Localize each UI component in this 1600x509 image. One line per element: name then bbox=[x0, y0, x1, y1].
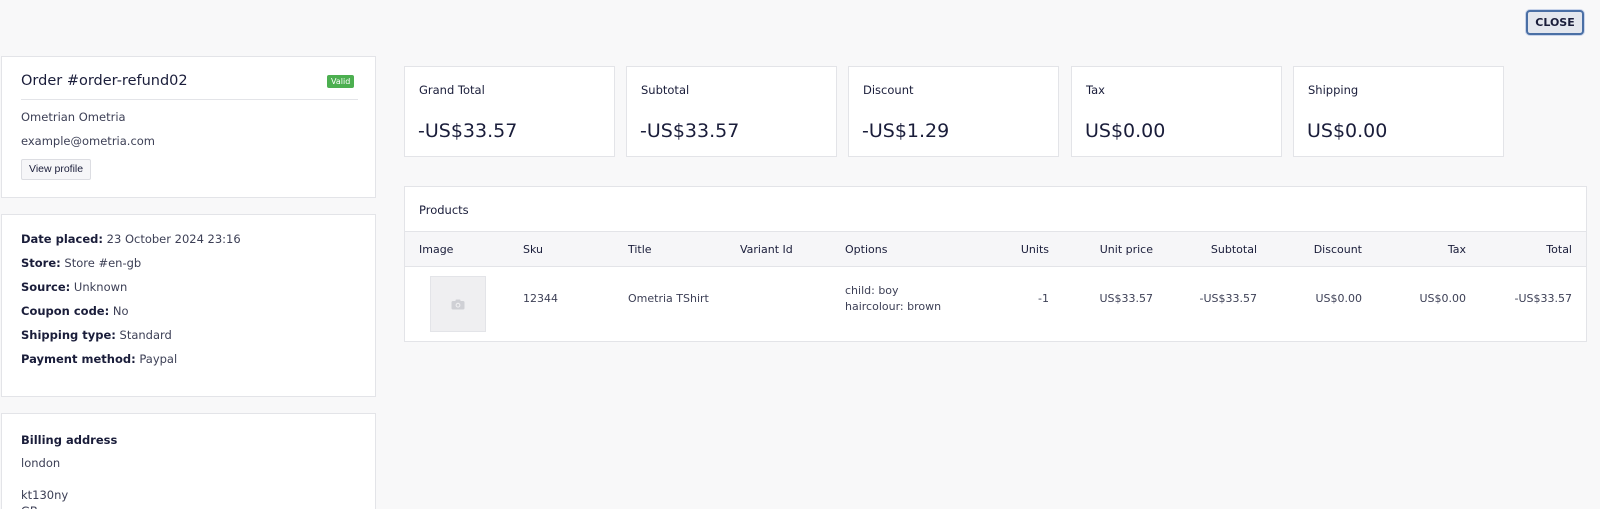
detail-store: Store: Store #en-gb bbox=[21, 256, 141, 270]
cell-tax: US$0.00 bbox=[1419, 292, 1466, 305]
cell-discount: US$0.00 bbox=[1315, 292, 1362, 305]
column-header-image: Image bbox=[419, 243, 454, 256]
total-value: US$0.00 bbox=[1085, 120, 1166, 142]
detail-coupon-code: Coupon code: No bbox=[21, 304, 129, 318]
divider bbox=[21, 99, 358, 100]
billing-line: london bbox=[21, 456, 61, 470]
product-image bbox=[430, 276, 486, 332]
detail-value: Unknown bbox=[73, 280, 128, 294]
detail-value: Standard bbox=[119, 328, 172, 342]
products-card: Products Image Sku Title Variant Id Opti… bbox=[404, 186, 1587, 342]
detail-label: Coupon code: bbox=[21, 304, 110, 318]
cell-option: child: boy bbox=[845, 284, 899, 297]
detail-source: Source: Unknown bbox=[21, 280, 127, 294]
detail-payment-method: Payment method: Paypal bbox=[21, 352, 177, 366]
subtotal-card: Subtotal -US$33.57 bbox=[626, 66, 837, 157]
billing-title: Billing address bbox=[21, 433, 118, 447]
customer-email: example@ometria.com bbox=[21, 134, 156, 148]
camera-icon bbox=[451, 299, 465, 309]
total-value: -US$33.57 bbox=[418, 120, 518, 142]
total-label: Tax bbox=[1086, 83, 1105, 97]
close-button[interactable]: CLOSE bbox=[1526, 10, 1584, 35]
detail-value: Paypal bbox=[139, 352, 178, 366]
cell-units: -1 bbox=[1038, 292, 1049, 305]
column-header-unit-price: Unit price bbox=[1099, 243, 1153, 256]
total-label: Discount bbox=[863, 83, 914, 97]
column-header-sku: Sku bbox=[523, 243, 543, 256]
column-header-subtotal: Subtotal bbox=[1210, 243, 1257, 256]
total-label: Shipping bbox=[1308, 83, 1359, 97]
cell-subtotal: -US$33.57 bbox=[1199, 292, 1258, 305]
total-value: -US$33.57 bbox=[640, 120, 740, 142]
view-profile-button[interactable]: View profile bbox=[21, 159, 92, 180]
tax-card: Tax US$0.00 bbox=[1071, 66, 1282, 157]
column-header-title: Title bbox=[628, 243, 652, 256]
column-header-total: Total bbox=[1546, 243, 1572, 256]
column-header-units: Units bbox=[1020, 243, 1049, 256]
cell-total: -US$33.57 bbox=[1514, 292, 1573, 305]
billing-line: GB bbox=[21, 504, 38, 509]
order-details-card: Date placed: 23 October 2024 23:16 Store… bbox=[1, 214, 376, 397]
total-value: US$0.00 bbox=[1307, 120, 1388, 142]
detail-shipping-type: Shipping type: Standard bbox=[21, 328, 172, 342]
column-header-discount: Discount bbox=[1313, 243, 1362, 256]
customer-name: Ometrian Ometria bbox=[21, 110, 126, 124]
products-table-header: Image Sku Title Variant Id Options Units… bbox=[405, 231, 1586, 267]
column-header-tax: Tax bbox=[1447, 243, 1466, 256]
detail-value: 23 October 2024 23:16 bbox=[106, 232, 241, 246]
discount-card: Discount -US$1.29 bbox=[848, 66, 1059, 157]
detail-label: Date placed: bbox=[21, 232, 103, 246]
total-label: Grand Total bbox=[419, 83, 485, 97]
total-value: -US$1.29 bbox=[862, 120, 950, 142]
order-summary-card: Order #order-refund02 Valid Ometrian Ome… bbox=[1, 56, 376, 198]
billing-line: kt130ny bbox=[21, 488, 69, 502]
detail-value: Store #en-gb bbox=[64, 256, 142, 270]
detail-label: Store: bbox=[21, 256, 61, 270]
order-title: Order #order-refund02 bbox=[21, 73, 188, 89]
detail-label: Shipping type: bbox=[21, 328, 116, 342]
detail-label: Source: bbox=[21, 280, 71, 294]
cell-unit-price: US$33.57 bbox=[1099, 292, 1153, 305]
total-label: Subtotal bbox=[641, 83, 690, 97]
cell-option: haircolour: brown bbox=[845, 300, 942, 313]
detail-label: Payment method: bbox=[21, 352, 136, 366]
column-header-variant-id: Variant Id bbox=[740, 243, 793, 256]
billing-address-card: Billing address london kt130ny GB bbox=[1, 413, 376, 509]
column-header-options: Options bbox=[845, 243, 888, 256]
cell-sku: 12344 bbox=[523, 292, 558, 305]
detail-value: No bbox=[112, 304, 129, 318]
cell-title: Ometria TShirt bbox=[628, 292, 709, 305]
grand-total-card: Grand Total -US$33.57 bbox=[404, 66, 615, 157]
products-title: Products bbox=[419, 203, 469, 217]
detail-date-placed: Date placed: 23 October 2024 23:16 bbox=[21, 232, 241, 246]
shipping-card: Shipping US$0.00 bbox=[1293, 66, 1504, 157]
status-badge: Valid bbox=[327, 75, 355, 88]
